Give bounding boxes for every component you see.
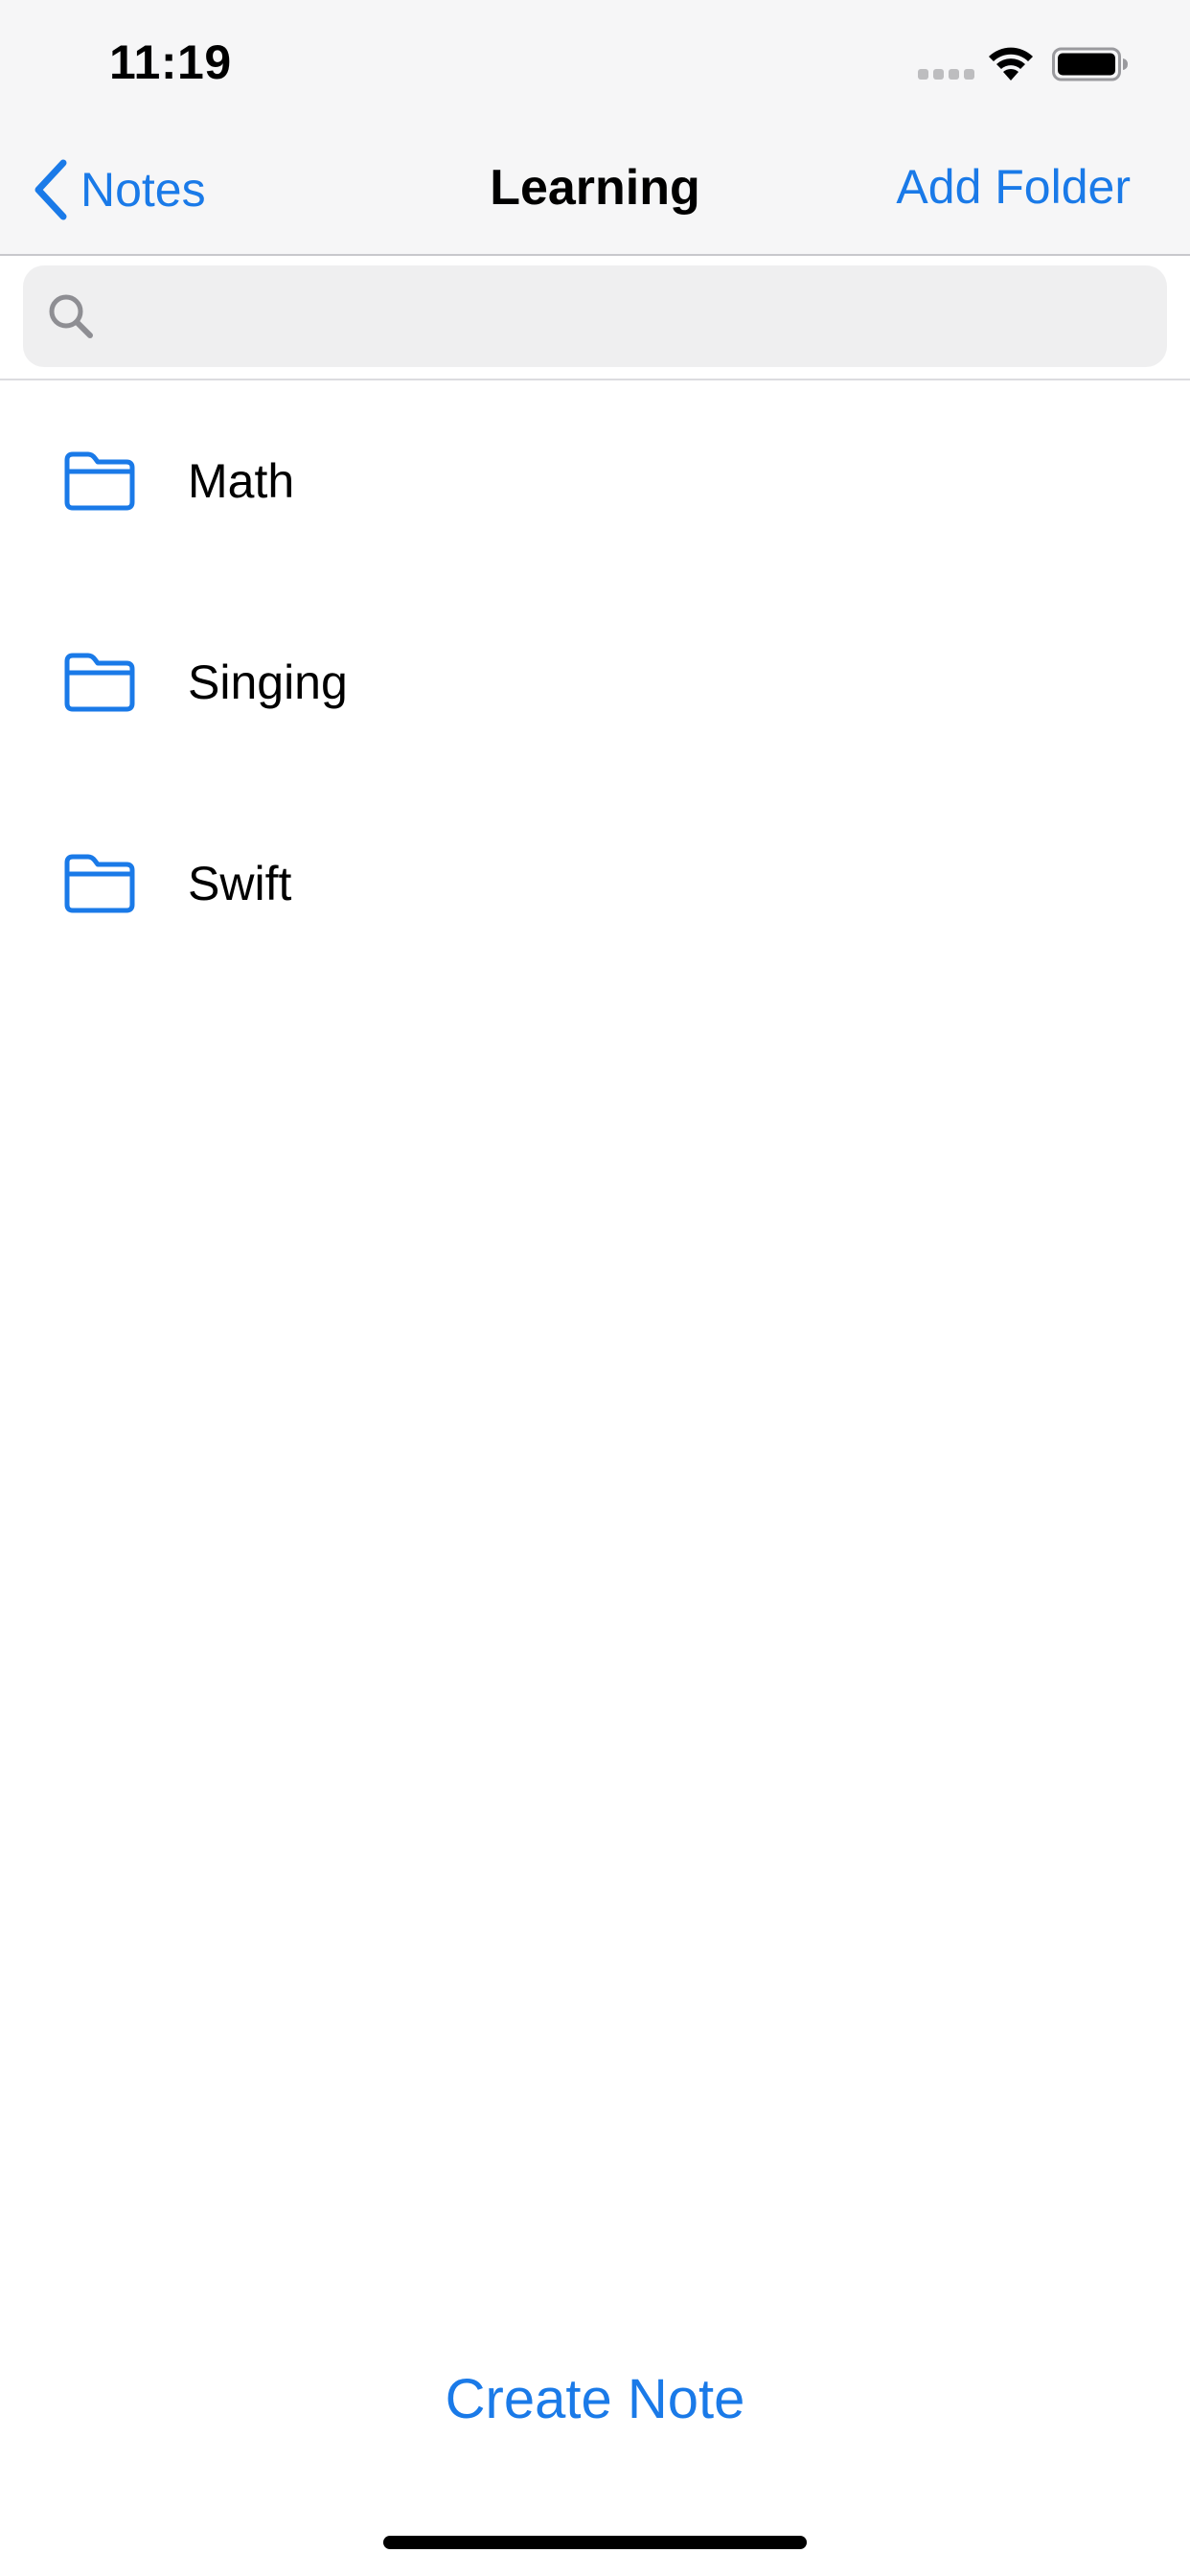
folder-label: Swift	[188, 857, 292, 910]
folder-icon	[64, 854, 135, 913]
navigation-bar: 11:19 Notes Learning Add Folder	[0, 0, 1190, 256]
battery-icon	[1052, 47, 1128, 81]
notes-folder-screen: 11:19 Notes Learning Add Folder Math Sin…	[0, 0, 1190, 2576]
create-note-button[interactable]: Create Note	[0, 2367, 1190, 2431]
search-bar	[0, 256, 1190, 380]
folder-label: Singing	[188, 656, 348, 709]
search-field[interactable]	[23, 264, 1167, 368]
cellular-signal-icon	[918, 69, 974, 80]
back-button-label: Notes	[80, 163, 206, 217]
home-indicator[interactable]	[383, 2536, 807, 2549]
status-time: 11:19	[109, 35, 232, 89]
folder-row-singing[interactable]: Singing	[0, 582, 1190, 783]
add-folder-button[interactable]: Add Folder	[896, 159, 1131, 215]
folder-icon	[64, 653, 135, 712]
folder-label: Math	[188, 454, 295, 508]
folder-icon	[64, 451, 135, 511]
back-button[interactable]: Notes	[33, 153, 206, 226]
folder-row-math[interactable]: Math	[0, 380, 1190, 582]
chevron-left-icon	[34, 159, 67, 220]
folder-row-swift[interactable]: Swift	[0, 783, 1190, 984]
wifi-icon	[989, 47, 1033, 80]
search-input[interactable]	[98, 264, 1167, 368]
folder-list: Math Singing Swift	[0, 380, 1190, 984]
search-icon	[49, 294, 93, 338]
